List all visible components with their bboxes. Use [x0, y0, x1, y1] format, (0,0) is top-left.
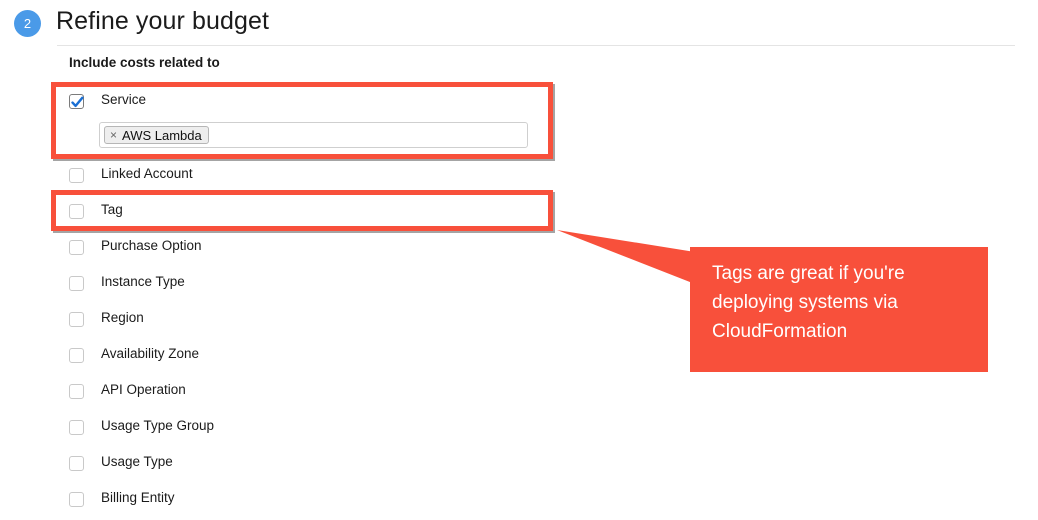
facet-checkbox[interactable] — [69, 240, 84, 255]
facet-label: Region — [101, 310, 144, 325]
highlight-box-tag — [51, 190, 553, 231]
facet-checkbox[interactable] — [69, 384, 84, 399]
facet-label: Instance Type — [101, 274, 185, 289]
facet-checkbox[interactable] — [69, 312, 84, 327]
facet-checkbox[interactable] — [69, 492, 84, 507]
facet-label: Usage Type — [101, 454, 173, 469]
facet-label: Linked Account — [101, 166, 193, 181]
facet-checkbox[interactable] — [69, 456, 84, 471]
highlight-box-service — [51, 82, 553, 159]
facet-label: Billing Entity — [101, 490, 175, 505]
callout-box: Tags are great if you're deploying syste… — [690, 247, 988, 372]
callout-text: Tags are great if you're deploying syste… — [712, 263, 905, 342]
facet-checkbox[interactable] — [69, 168, 84, 183]
facet-checkbox[interactable] — [69, 420, 84, 435]
facet-label: Usage Type Group — [101, 418, 215, 433]
facet-checkbox[interactable] — [69, 348, 84, 363]
facet-checkbox[interactable] — [69, 276, 84, 291]
facet-label: Availability Zone — [101, 346, 200, 361]
facet-label: API Operation — [101, 382, 186, 397]
facet-label: Purchase Option — [101, 238, 202, 253]
